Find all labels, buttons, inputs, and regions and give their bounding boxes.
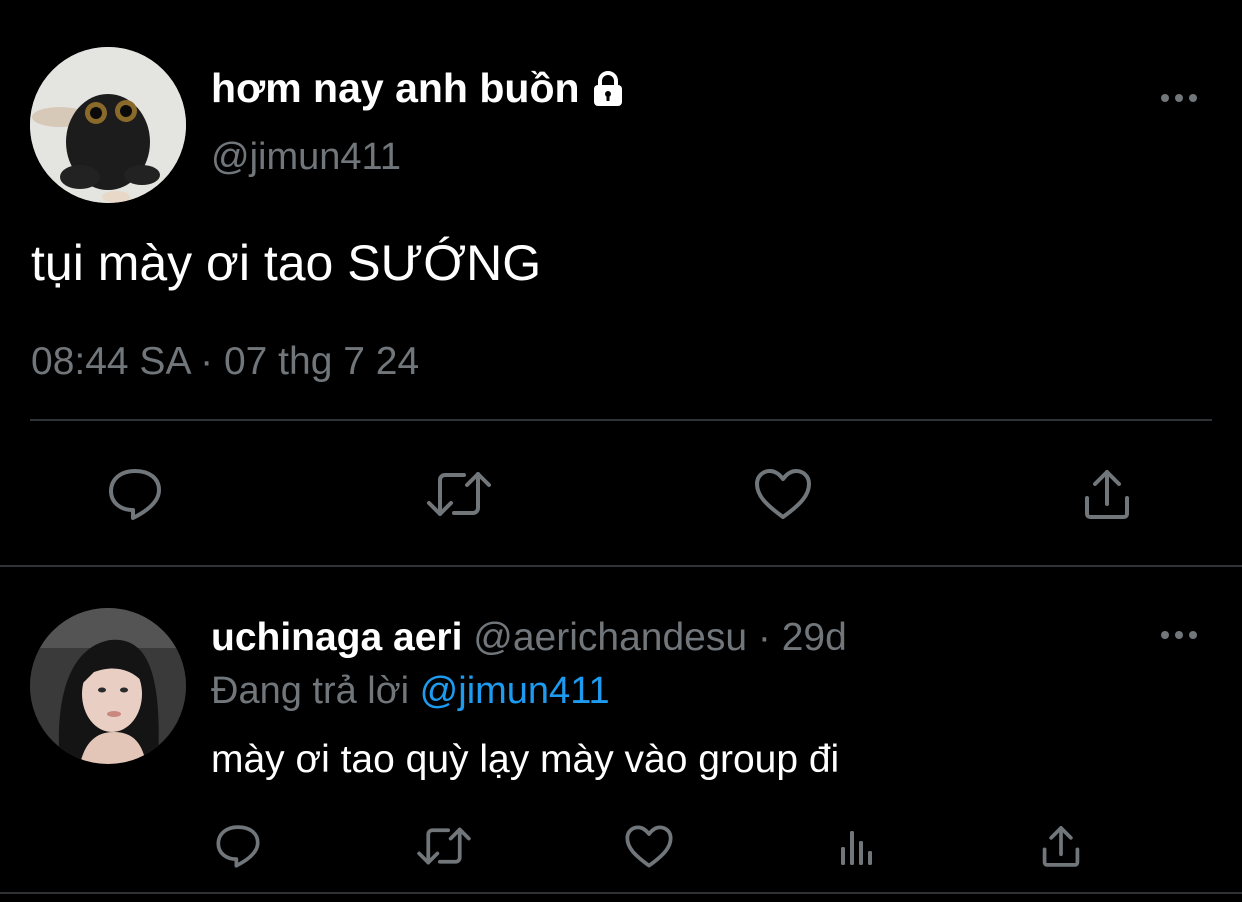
heart-icon — [755, 469, 811, 519]
retweet-icon — [417, 827, 471, 865]
reply-author-handle[interactable]: @aerichandesu — [473, 616, 747, 659]
reply-like-button[interactable] — [621, 820, 677, 872]
author-handle[interactable]: @jimun411 — [211, 136, 401, 178]
analytics-icon — [841, 831, 872, 865]
heart-icon — [625, 824, 673, 868]
reply-views-button[interactable] — [830, 820, 882, 872]
author-name[interactable]: hơm nay anh buồn — [211, 66, 580, 110]
reply-header: uchinaga aeri @aerichandesu · 29d — [211, 616, 847, 660]
replying-to: Đang trả lời @jimun411 — [211, 669, 610, 713]
reply-avatar-image — [30, 608, 186, 764]
reply-reply-button[interactable] — [210, 820, 266, 872]
divider — [0, 565, 1242, 567]
more-icon[interactable] — [1159, 92, 1199, 104]
reply-retweet-button[interactable] — [413, 820, 475, 872]
retweet-button[interactable] — [422, 462, 496, 526]
separator-dot: · — [757, 616, 771, 659]
reply-avatar[interactable] — [30, 608, 186, 764]
more-icon[interactable] — [1159, 629, 1199, 641]
divider — [0, 892, 1242, 894]
avatar-image — [30, 47, 186, 203]
tweet-text: tụi mày ơi tao SƯỚNG — [31, 235, 542, 291]
reply-share-button[interactable] — [1034, 820, 1088, 872]
like-button[interactable] — [748, 462, 818, 526]
tweet-timestamp[interactable]: 08:44 SA · 07 thg 7 24 — [31, 340, 419, 384]
author-name-row[interactable]: hơm nay anh buồn — [211, 66, 628, 110]
share-button[interactable] — [1072, 462, 1142, 526]
divider — [30, 419, 1212, 421]
share-icon — [1042, 826, 1080, 867]
avatar[interactable] — [30, 47, 186, 203]
reply-text: mày ơi tao quỳ lạy mày vào group đi — [211, 738, 840, 781]
reply-button[interactable] — [100, 462, 170, 526]
retweet-icon — [427, 472, 491, 516]
reply-timestamp[interactable]: 29d — [782, 616, 847, 659]
reply-author-name[interactable]: uchinaga aeri — [211, 616, 462, 659]
reply-icon — [109, 469, 161, 520]
lock-icon — [593, 71, 622, 106]
replying-to-label: Đang trả lời — [211, 670, 410, 712]
reply-icon — [216, 825, 260, 868]
tweet-detail-page: hơm nay anh buồn @jimun411 tụi mày ơi ta… — [0, 0, 1242, 902]
share-icon — [1085, 470, 1129, 519]
replying-to-mention[interactable]: @jimun411 — [420, 670, 610, 712]
